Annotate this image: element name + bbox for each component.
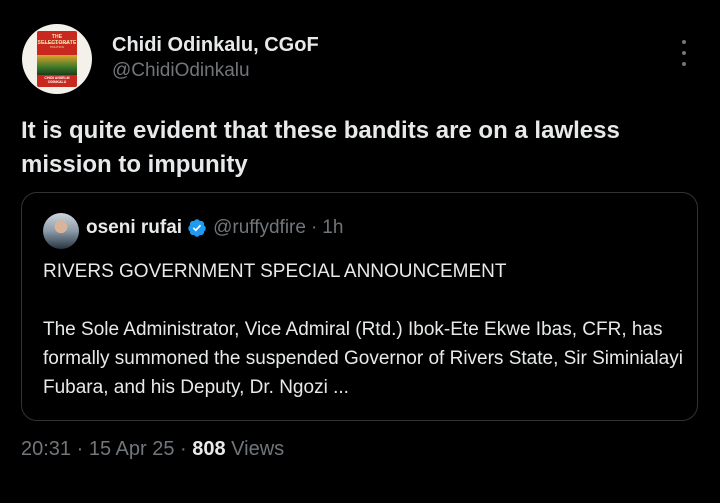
more-vertical-icon <box>682 51 686 55</box>
more-vertical-icon <box>682 62 686 66</box>
tweet-time[interactable]: 20:31 <box>21 438 71 460</box>
tweet-meta: 20:31 · 15 Apr 25 · 808 Views <box>21 438 284 461</box>
book-subtitle: NIGERIA'S MONEY-POLITICS <box>43 41 71 49</box>
book-author: CHIDI ANSELM ODINKALU <box>44 76 70 84</box>
more-options-button[interactable] <box>674 38 694 68</box>
quoted-text: The Sole Administrator, Vice Admiral (Rt… <box>43 319 683 398</box>
views-count: 808 <box>192 438 226 460</box>
book-illustration <box>37 55 77 75</box>
verified-badge-icon <box>188 219 206 237</box>
quoted-body: RIVERS GOVERNMENT SPECIAL ANNOUNCEMENT T… <box>43 257 683 402</box>
more-vertical-icon <box>682 40 686 44</box>
quoted-header: oseni rufai @ruffydfire · 1h <box>86 217 343 239</box>
author-name[interactable]: Chidi Odinkalu, CGoF <box>112 34 319 57</box>
tweet-date[interactable]: 15 Apr 25 <box>89 438 175 460</box>
header-separator: · <box>310 217 318 238</box>
quoted-name[interactable]: oseni rufai <box>86 217 182 239</box>
quoted-tweet[interactable]: oseni rufai @ruffydfire · 1h RIVERS GOVE… <box>21 192 698 421</box>
quoted-avatar[interactable] <box>43 213 79 249</box>
author-avatar[interactable]: THE SELECTORATE NIGERIA'S MONEY-POLITICS… <box>22 24 92 94</box>
views-label: Views <box>225 438 285 460</box>
author-handle[interactable]: @ChidiOdinkalu <box>112 60 250 82</box>
tweet-text: It is quite evident that these bandits a… <box>21 117 620 178</box>
quoted-handle[interactable]: @ruffydfire <box>213 217 306 239</box>
quoted-headline: RIVERS GOVERNMENT SPECIAL ANNOUNCEMENT <box>43 261 507 282</box>
book-cover: THE SELECTORATE NIGERIA'S MONEY-POLITICS… <box>37 31 77 87</box>
meta-separator: · <box>71 438 89 460</box>
quoted-timestamp[interactable]: 1h <box>322 217 343 239</box>
meta-separator: · <box>174 438 193 460</box>
